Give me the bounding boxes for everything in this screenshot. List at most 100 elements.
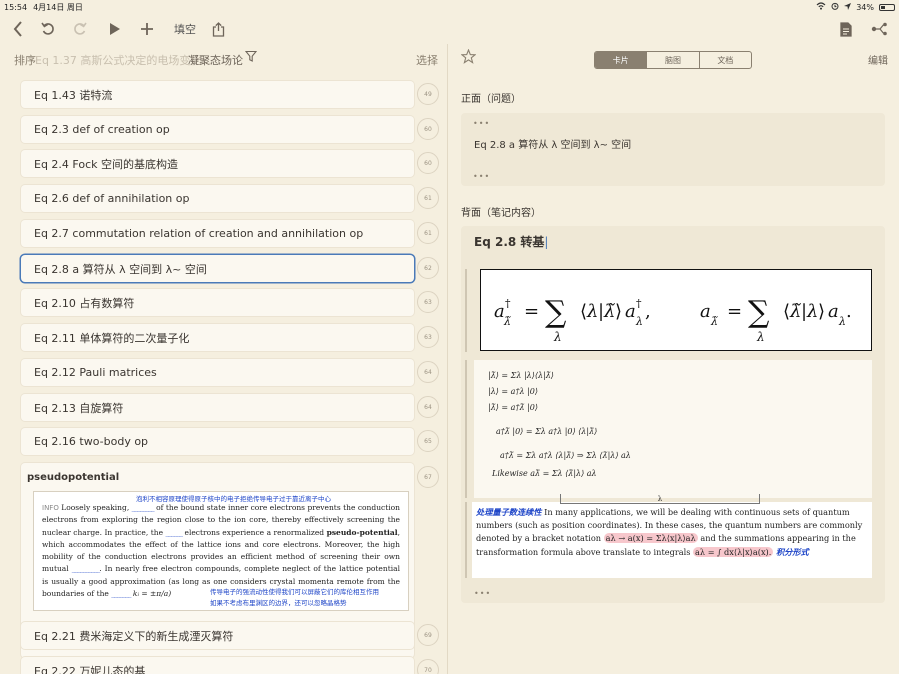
excerpt-text: electrons experience a renormalized: [184, 527, 325, 537]
view-switcher: 卡片 脑图 文档: [594, 51, 752, 69]
list-item-label: Eq 2.12 Pauli matrices: [34, 366, 157, 379]
page-badge: 60: [417, 152, 439, 174]
quote-bar: [465, 269, 467, 352]
fill-blank-button[interactable]: 填空: [174, 21, 196, 37]
handwritten-note: 处理量子数连续性: [476, 507, 542, 517]
svg-text:⟨: ⟨: [580, 301, 587, 322]
page-badge: 70: [417, 659, 439, 674]
list-item-label: Eq 2.7 commutation relation of creation …: [34, 227, 364, 240]
page-badge: 69: [417, 624, 439, 646]
mindmap-icon[interactable]: [870, 20, 888, 38]
paragraph-header-fragment: λ: [560, 494, 760, 504]
front-card[interactable]: ••• Eq 2.8 a 算符从 λ 空间到 λ~ 空间 •••: [461, 113, 885, 186]
list-item[interactable]: Eq 2.12 Pauli matrices: [21, 359, 414, 386]
list-item-label: Eq 1.43 诺特流: [34, 88, 113, 102]
derivation-line: Likewise aλ̃ = Σλ ⟨λ̃|λ⟩ aλ: [492, 469, 597, 478]
list-item[interactable]: Eq 2.21 费米海定义下的新生成湮灭算符: [21, 622, 414, 649]
info-label: INFO: [42, 504, 59, 512]
excerpt-bold: pseudo-potential: [326, 527, 398, 537]
list-item-label: Eq 2.8 a 算符从 λ 空间到 λ~ 空间: [34, 262, 207, 276]
front-text: Eq 2.8 a 算符从 λ 空间到 λ~ 空间: [474, 140, 632, 151]
svg-text:λ̃: λ̃: [710, 315, 718, 328]
front-label: 正面（问题）: [461, 94, 521, 105]
page-badge: 63: [417, 291, 439, 313]
svg-text:λ: λ: [838, 315, 846, 328]
svg-text:a: a: [625, 301, 636, 322]
back-button[interactable]: [10, 20, 26, 38]
list-item[interactable]: Eq 2.6 def of annihilation op: [21, 185, 414, 212]
page-badge: 60: [417, 118, 439, 140]
derivation-line: |λ̃⟩ = a†λ̃ |0⟩: [488, 403, 538, 412]
handwritten-derivation: |λ̃⟩ = Σλ |λ⟩⟨λ|λ̃⟩ |λ⟩ = a†λ |0⟩ |λ̃⟩ =…: [474, 360, 872, 498]
list-item-label: Eq 2.4 Fock 空间的基底构造: [34, 157, 178, 171]
location-icon: [844, 2, 852, 12]
svg-text:=: =: [524, 301, 539, 322]
svg-text:.: .: [846, 301, 852, 322]
quote-bar: [465, 502, 467, 578]
document-icon[interactable]: [838, 20, 854, 38]
status-time: 15:54: [4, 2, 28, 12]
list-item-label: Eq 2.3 def of creation op: [34, 123, 170, 136]
page-badge: 49: [417, 83, 439, 105]
svg-text:†: †: [636, 297, 642, 310]
list-item[interactable]: Eq 2.13 自旋算符: [21, 394, 414, 421]
star-icon[interactable]: [460, 48, 477, 68]
svg-text:∑: ∑: [748, 295, 770, 330]
list-item[interactable]: Eq 1.43 诺特流: [21, 81, 414, 108]
list-item-label: Eq 2.11 单体算符的二次量子化: [34, 331, 190, 345]
sort-button[interactable]: 排序: [14, 52, 36, 68]
add-button[interactable]: [139, 20, 155, 38]
filter-icon[interactable]: [244, 50, 258, 66]
page-badge: 65: [417, 430, 439, 452]
excerpt-text: Loosely speaking,: [61, 503, 130, 512]
page-badge: 63: [417, 326, 439, 348]
tab-mindmap[interactable]: 脑图: [646, 52, 698, 68]
more-icon: •••: [474, 589, 492, 598]
list-item[interactable]: Eq 2.7 commutation relation of creation …: [21, 220, 414, 247]
list-item-label: Eq 2.21 费米海定义下的新生成湮灭算符: [34, 629, 234, 643]
page-badge: 62: [417, 257, 439, 279]
select-button[interactable]: 选择: [416, 52, 438, 68]
list-item[interactable]: Eq 2.4 Fock 空间的基底构造: [21, 150, 414, 177]
formula-image: a † λ̃ = ∑ λ ⟨ λ | λ̃ ⟩ a † λ , a λ̃ = ∑ λ ⟨…: [480, 269, 872, 351]
page-title: 凝聚态场论: [188, 54, 243, 67]
list-item-label: Eq 2.6 def of annihilation op: [34, 192, 190, 205]
derivation-line: |λ̃⟩ = Σλ |λ⟩⟨λ|λ̃⟩: [488, 371, 554, 380]
svg-text:a: a: [828, 301, 839, 322]
battery-percent: 34%: [856, 2, 874, 12]
list-item-label: Eq 2.22 万妮儿态的基: [34, 664, 146, 674]
card-title: pseudopotential: [27, 472, 120, 483]
back-title: Eq 2.8 转基|: [474, 235, 549, 249]
svg-text:λ: λ: [586, 301, 598, 322]
play-button[interactable]: [107, 20, 123, 38]
svg-text:λ: λ: [756, 330, 765, 344]
share-button[interactable]: [210, 20, 226, 38]
handwritten-note: 泡利不相容原理使得原子核中的电子拒绝传导电子过于靠近离子中心: [136, 495, 331, 503]
more-icon: •••: [473, 119, 491, 128]
list-item[interactable]: Eq 2.11 单体算符的二次量子化: [21, 324, 414, 351]
svg-text:λ: λ: [553, 330, 562, 344]
list-item[interactable]: Eq 2.10 占有数算符: [21, 289, 414, 316]
list-item-selected[interactable]: Eq 2.8 a 算符从 λ 空间到 λ~ 空间: [21, 255, 414, 282]
quote-bar: [465, 360, 467, 498]
page-badge: 61: [417, 187, 439, 209]
page-badge: 61: [417, 222, 439, 244]
more-icon: •••: [473, 172, 491, 181]
tab-document[interactable]: 文档: [698, 52, 751, 68]
edit-button[interactable]: 编辑: [868, 52, 888, 67]
list-item[interactable]: Eq 2.22 万妮儿态的基: [21, 657, 414, 674]
excerpt-math: kᵢ = ±π/a): [132, 589, 172, 599]
list-item-label: Eq 2.13 自旋算符: [34, 401, 124, 415]
card-list-pane: Eq 1.37 高斯公式决定的电场变化... 排序 凝聚态场论 选择 Eq 1.…: [0, 44, 447, 674]
derivation-line: a†λ̃ = Σλ a†λ ⟨λ|λ̃⟩ ⇒ Σλ ⟨λ̃|λ⟩ aλ: [500, 451, 631, 460]
undo-button[interactable]: [40, 20, 56, 38]
list-item[interactable]: Eq 2.16 two-body op: [21, 428, 414, 455]
list-item-label: Eq 2.16 two-body op: [34, 435, 149, 448]
list-item[interactable]: Eq 2.3 def of creation op: [21, 116, 414, 143]
svg-text:λ: λ: [635, 315, 643, 328]
svg-text:,: ,: [645, 301, 651, 322]
svg-text:⟨: ⟨: [783, 301, 790, 322]
tab-card[interactable]: 卡片: [595, 52, 647, 68]
breadcrumb[interactable]: Eq 1.37 高斯公式决定的电场变化...: [35, 52, 212, 68]
redo-button[interactable]: [72, 20, 88, 38]
